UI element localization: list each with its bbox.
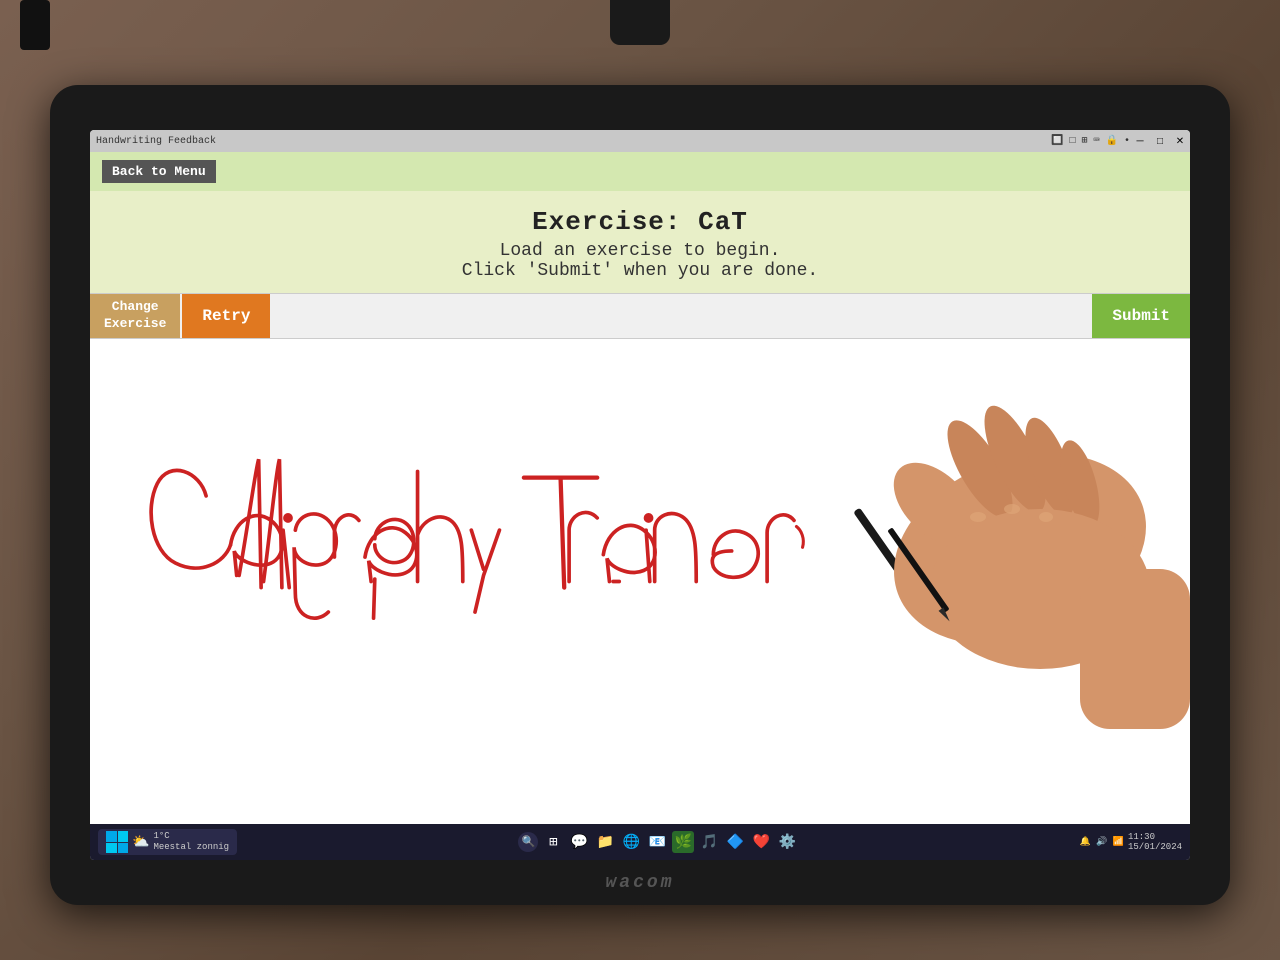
header-area: Exercise: CaT Load an exercise to begin.… (90, 191, 1190, 293)
weather-icon: ⛅ (132, 834, 149, 851)
back-to-menu-button[interactable]: Back to Menu (102, 160, 216, 183)
exercise-instruction: Click 'Submit' when you are done. (110, 261, 1170, 281)
file-explorer-icon[interactable]: 📁 (594, 831, 616, 853)
app2-icon[interactable]: 🎵 (698, 831, 720, 853)
system-tray: 🔔 🔊 📶 (1080, 837, 1124, 847)
app-content: Back to Menu Exercise: CaT Load an exerc… (90, 152, 1190, 824)
title-bar-controls[interactable]: ─ □ ✕ (1130, 130, 1190, 152)
widgets-icon[interactable]: ⊞ (542, 831, 564, 853)
search-taskbar-icon[interactable]: 🔍 (518, 832, 538, 852)
maximize-button[interactable]: □ (1150, 130, 1170, 152)
cable-left (20, 0, 50, 50)
minimize-button[interactable]: ─ (1130, 130, 1150, 152)
window-title: Handwriting Feedback (96, 136, 216, 147)
chrome-icon[interactable]: 🌐 (620, 831, 642, 853)
exercise-title: Exercise: CaT (110, 207, 1170, 237)
wacom-label: wacom (605, 873, 674, 893)
title-bar-icons: 🔲 □ ⊞ ⌨ 🔒 • (1051, 135, 1130, 147)
windows-logo[interactable] (106, 831, 128, 853)
mail-icon[interactable]: 📧 (646, 831, 668, 853)
top-bar: Back to Menu (90, 152, 1190, 191)
handwriting-canvas (90, 339, 1190, 824)
toolbar: ChangeExercise Retry Submit (90, 293, 1190, 339)
taskbar-left: ⛅ 1°C Meestal zonnig (98, 829, 237, 855)
app4-icon[interactable]: ❤️ (750, 831, 772, 853)
chat-icon[interactable]: 💬 (568, 831, 590, 853)
weather-widget[interactable]: ⛅ 1°C Meestal zonnig (98, 829, 237, 855)
canvas-area[interactable] (90, 339, 1190, 824)
cable-connector (610, 0, 670, 45)
close-button[interactable]: ✕ (1170, 130, 1190, 152)
clock: 11:3015/01/2024 (1128, 832, 1182, 852)
weather-text: 1°C Meestal zonnig (153, 831, 229, 853)
app3-icon[interactable]: 🔷 (724, 831, 746, 853)
taskbar-right: 🔔 🔊 📶 11:3015/01/2024 (1080, 832, 1182, 852)
submit-button[interactable]: Submit (1092, 294, 1190, 338)
retry-button[interactable]: Retry (182, 294, 270, 338)
taskbar-center: 🔍 ⊞ 💬 📁 🌐 📧 🌿 🎵 🔷 ❤️ ⚙️ (518, 831, 798, 853)
title-bar: Handwriting Feedback 🔲 □ ⊞ ⌨ 🔒 • ─ □ ✕ (90, 130, 1190, 152)
exercise-subtitle: Load an exercise to begin. (110, 241, 1170, 261)
change-exercise-button[interactable]: ChangeExercise (90, 294, 180, 338)
app5-icon[interactable]: ⚙️ (776, 831, 798, 853)
taskbar: ⛅ 1°C Meestal zonnig 🔍 ⊞ 💬 📁 🌐 📧 🌿 (90, 824, 1190, 860)
app1-icon[interactable]: 🌿 (672, 831, 694, 853)
